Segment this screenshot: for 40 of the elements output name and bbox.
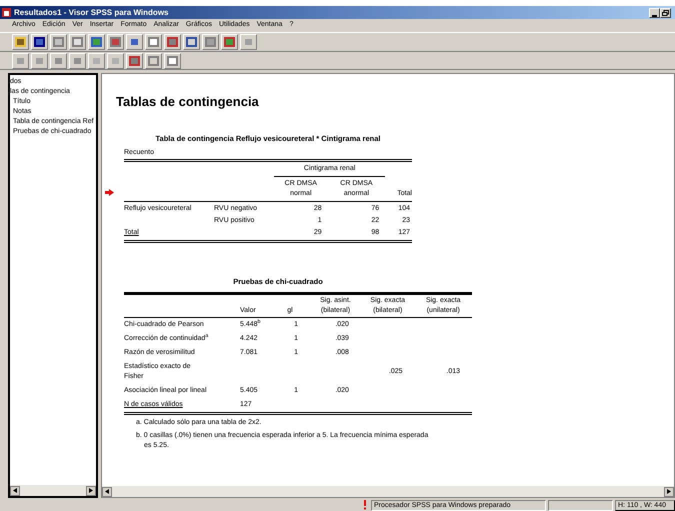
selection-arrow-icon (105, 189, 114, 196)
toolbar-icon (34, 56, 45, 66)
section-heading: Tablas de contingencia (116, 94, 260, 110)
toolbar-icon (34, 37, 45, 47)
scroll-right-icon[interactable] (667, 489, 671, 494)
toolbar-icon (91, 56, 102, 66)
toolbar-icon (53, 56, 64, 66)
status-warning-icon (361, 500, 369, 510)
toolbar-icon (148, 56, 159, 66)
toolbar-icon (243, 37, 254, 47)
toolbar-icon (148, 37, 159, 47)
window-title: Resultados1 - Visor SPSS para Windows (14, 8, 168, 18)
status-panel (548, 500, 613, 510)
scroll-left-icon[interactable] (13, 488, 17, 493)
app-icon (2, 8, 11, 17)
toolbar-icon (167, 56, 178, 66)
toolbar-icon (186, 37, 197, 47)
minimize-button[interactable] (649, 8, 660, 18)
toolbar-icon (129, 37, 140, 47)
restore-icon (662, 10, 669, 16)
toolbar-icon (91, 37, 102, 47)
toolbar-icon (129, 56, 140, 66)
minimize-icon (652, 14, 657, 16)
toolbar-button[interactable] (183, 34, 200, 50)
scroll-right-icon[interactable] (89, 488, 93, 493)
horizontal-scrollbar[interactable] (10, 485, 96, 496)
toolbar-icon (72, 37, 83, 47)
toolbar-icon (72, 56, 83, 66)
restore-button[interactable] (660, 8, 671, 18)
toolbar-icon (15, 56, 26, 66)
toolbar-button[interactable] (31, 34, 48, 50)
toolbar-icon (110, 37, 121, 47)
toolbar-icon (224, 37, 235, 47)
toolbar-icon (110, 56, 121, 66)
toolbar-icon (53, 37, 64, 47)
toolbar-icon (15, 37, 26, 47)
horizontal-scrollbar[interactable] (102, 486, 674, 497)
toolbar-icon (205, 37, 216, 47)
scroll-left-icon[interactable] (105, 489, 109, 494)
toolbar-icon (167, 37, 178, 47)
